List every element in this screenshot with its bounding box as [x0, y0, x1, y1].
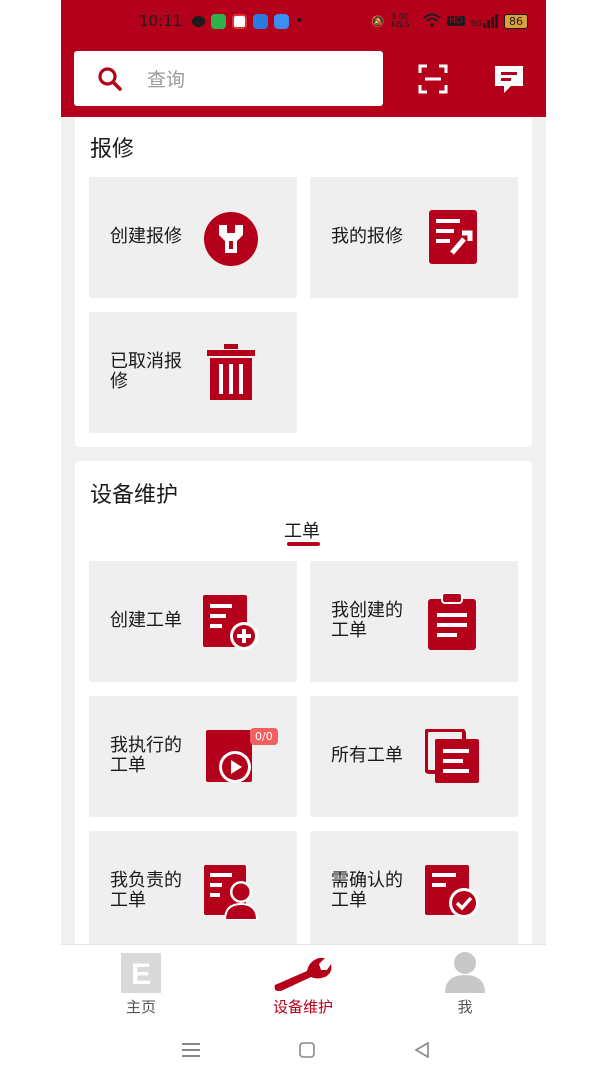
chat-app-icon [211, 13, 227, 29]
home-square-icon[interactable] [299, 1042, 315, 1058]
signal-label: 5G [470, 19, 482, 28]
maintenance-card: 设备维护 工单 创建工单 我创建的工单 我执行的工单 0/0 所有工单 我负责的… [75, 461, 532, 981]
menu-icon[interactable] [182, 1043, 200, 1057]
signal-icon: 5G [471, 14, 498, 28]
back-icon[interactable] [414, 1042, 430, 1058]
home-e-icon: E [121, 953, 161, 993]
all-work-orders-tile[interactable]: 所有工单 [310, 696, 518, 817]
document-person-icon [204, 865, 259, 920]
wrench-circle-icon [204, 212, 258, 266]
created-by-me-tile[interactable]: 我创建的工单 [310, 561, 518, 682]
more-dot-icon: • [295, 13, 304, 29]
document-wrench-icon [429, 210, 477, 264]
play-document-icon [206, 730, 252, 783]
battery-indicator: 86 [504, 13, 528, 29]
network-speed: 3.00 KB/S [391, 12, 410, 29]
tile-label: 我负责的工单 [110, 870, 182, 911]
left-margin [0, 0, 61, 1080]
status-time: 10:11 [139, 12, 183, 30]
needs-confirmation-tile[interactable]: 需确认的工单 [310, 831, 518, 952]
documents-stack-icon [425, 729, 479, 783]
bottom-navigation: E 主页 设备维护 我 [61, 944, 546, 1016]
repair-card: 报修 创建报修 我的报修 已取消报修 [75, 117, 532, 447]
repair-section-title: 报修 [90, 137, 135, 162]
app-screen: 10:11 • 🔕 3.00 KB/S HD 5G 86 查询 报修 创建报修 … [61, 0, 546, 1080]
tile-label: 我创建的工单 [331, 600, 403, 641]
tile-label: 创建工单 [110, 610, 182, 631]
cancelled-repairs-tile[interactable]: 已取消报修 [89, 312, 297, 433]
mute-icon: 🔕 [371, 14, 385, 28]
pending-count-badge: 0/0 [250, 728, 278, 745]
tile-label: 创建报修 [110, 226, 182, 247]
tile-label: 需确认的工单 [331, 870, 403, 911]
tile-label: 我的报修 [331, 226, 403, 247]
svg-text:E: E [131, 958, 151, 991]
executed-by-me-tile[interactable]: 我执行的工单 0/0 [89, 696, 297, 817]
wrench-icon [274, 958, 332, 991]
status-bar: 10:11 • 🔕 3.00 KB/S HD 5G 86 [61, 0, 546, 42]
document-check-icon [425, 865, 479, 918]
message-icon[interactable] [493, 63, 525, 95]
responsible-by-me-tile[interactable]: 我负责的工单 [89, 831, 297, 952]
status-indicators: 🔕 3.00 KB/S HD 5G 86 [371, 13, 528, 30]
tile-label: 我执行的工单 [110, 735, 182, 776]
create-repair-tile[interactable]: 创建报修 [89, 177, 297, 298]
tile-label: 所有工单 [331, 745, 403, 766]
person-icon [445, 952, 485, 993]
trash-icon [207, 344, 255, 400]
right-margin [546, 0, 607, 1080]
wechat-icon [192, 15, 206, 27]
files-app-icon [274, 13, 290, 29]
search-placeholder: 查询 [147, 69, 186, 91]
tile-label: 已取消报修 [110, 351, 182, 392]
create-work-order-tile[interactable]: 创建工单 [89, 561, 297, 682]
nav-home[interactable]: E 主页 [81, 945, 201, 1016]
search-input[interactable]: 查询 [74, 51, 383, 106]
hd-icon: HD [447, 16, 465, 26]
status-app-icons: • [192, 13, 304, 29]
nav-me[interactable]: 我 [405, 945, 525, 1016]
clipboard-icon [428, 593, 476, 650]
document-plus-icon [203, 595, 258, 650]
system-navigation-bar [61, 1014, 546, 1080]
wifi-icon [423, 13, 441, 30]
nav-maintenance[interactable]: 设备维护 [243, 945, 363, 1016]
tab-underline [287, 542, 320, 546]
mail-app-icon [232, 13, 248, 29]
maintenance-section-title: 设备维护 [90, 483, 179, 508]
my-repairs-tile[interactable]: 我的报修 [310, 177, 518, 298]
tab-work-orders[interactable]: 工单 [284, 517, 320, 543]
header: 10:11 • 🔕 3.00 KB/S HD 5G 86 查询 [61, 0, 546, 117]
search-icon [98, 66, 122, 91]
scan-icon[interactable] [418, 64, 448, 94]
feishu-app-icon [253, 13, 269, 29]
